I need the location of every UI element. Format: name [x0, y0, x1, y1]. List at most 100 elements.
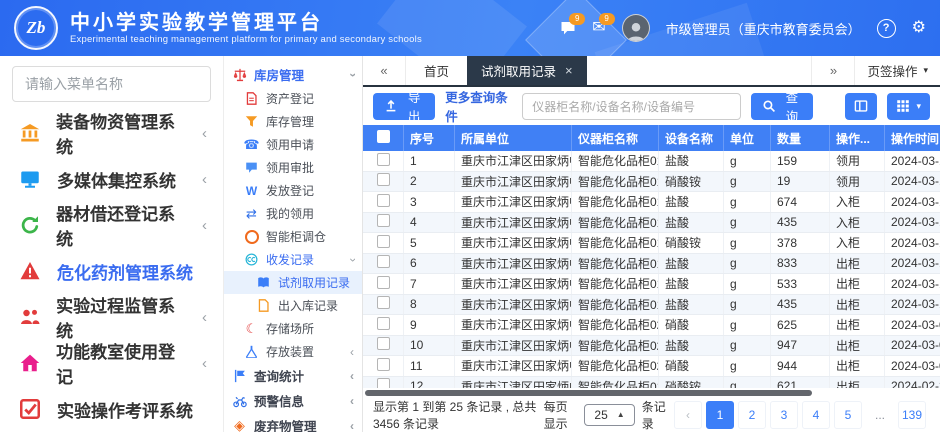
table-row[interactable]: 3重庆市江津区田家炳中...智能危化品柜01盐酸g674入柜2024-03-18…	[363, 192, 940, 213]
horizontal-scrollbar[interactable]	[363, 388, 940, 398]
table-cell: 7	[404, 274, 455, 295]
row-checkbox[interactable]	[377, 337, 390, 350]
tab-actions-button[interactable]: 页签操作 ▾	[854, 56, 940, 85]
gear-icon[interactable]: ⚙	[912, 20, 926, 36]
submenu-item-10[interactable]: 出入库记录	[224, 294, 362, 317]
table-cell: 出柜	[830, 274, 885, 295]
page-button-139[interactable]: 139	[898, 401, 926, 429]
page-button-2[interactable]: 2	[738, 401, 766, 429]
submenu-item-11[interactable]: ☾存储场所	[224, 317, 362, 340]
submenu-item-label: 查询统计	[254, 366, 304, 385]
table-cell: 智能危化品柜01	[572, 212, 659, 233]
row-checkbox[interactable]	[377, 153, 390, 166]
sidebar-item-1[interactable]: 多媒体集控系统‹	[0, 156, 223, 202]
chevron-down-icon: ‹	[350, 68, 354, 82]
columns-button[interactable]: ▾	[887, 93, 930, 120]
moon-icon: ☾	[244, 321, 259, 337]
message-icon[interactable]: 9	[560, 20, 576, 36]
row-checkbox[interactable]	[377, 173, 390, 186]
table-row[interactable]: 11重庆市江津区田家炳中...智能危化品柜02硝酸g944出柜2024-03-0…	[363, 356, 940, 377]
tab-reagent-records[interactable]: 试剂取用记录 ×	[467, 56, 587, 85]
search-button[interactable]: 查询	[751, 93, 813, 120]
tab-home[interactable]: 首页	[406, 56, 467, 85]
tabs-scroll-left-button[interactable]: «	[363, 56, 406, 85]
table-cell: g	[724, 233, 771, 254]
submenu-item-2[interactable]: 库存管理	[224, 110, 362, 133]
table-row[interactable]: 8重庆市江津区田家炳中...智能危化品柜01盐酸g435出柜2024-03-18…	[363, 294, 940, 315]
row-checkbox[interactable]	[377, 296, 390, 309]
mail-badge: 9	[599, 13, 615, 25]
prev-page-button[interactable]: ‹	[674, 401, 702, 429]
monitor-icon	[18, 169, 42, 189]
submenu-item-6[interactable]: ⇄我的领用	[224, 202, 362, 225]
table-row[interactable]: 5重庆市江津区田家炳中...智能危化品柜01硝酸铵g378入柜2024-03-1…	[363, 233, 940, 254]
table-row[interactable]: 9重庆市江津区田家炳中...智能危化品柜02硝酸g625出柜2024-03-07…	[363, 315, 940, 336]
table-row[interactable]: 2重庆市江津区田家炳中...智能危化品柜01硝酸铵g19领用2024-03-18…	[363, 171, 940, 192]
submenu-item-8[interactable]: 收发记录‹	[224, 248, 362, 271]
row-checkbox[interactable]	[377, 276, 390, 289]
scrollbar-thumb[interactable]	[365, 390, 812, 396]
sidebar-item-3[interactable]: 危化药剂管理系统	[0, 248, 223, 294]
pagination-ellipsis[interactable]: ...	[866, 401, 894, 429]
tab-actions-label: 页签操作	[867, 61, 917, 80]
submenu-item-15[interactable]: ◈废弃物管理‹	[224, 413, 362, 432]
table-row[interactable]: 4重庆市江津区田家炳中...智能危化品柜01盐酸g435入柜2024-03-18…	[363, 212, 940, 233]
export-button[interactable]: 导出	[373, 93, 435, 120]
row-checkbox[interactable]	[377, 235, 390, 248]
row-checkbox[interactable]	[377, 358, 390, 371]
table-row[interactable]: 6重庆市江津区田家炳中...智能危化品柜01盐酸g833出柜2024-03-18…	[363, 253, 940, 274]
submenu-item-label: 存放装置	[266, 343, 314, 360]
table-cell: 硝酸铵	[659, 171, 724, 192]
page-button-4[interactable]: 4	[802, 401, 830, 429]
select-all-checkbox[interactable]	[377, 130, 390, 143]
row-checkbox-cell	[363, 151, 404, 171]
page-button-3[interactable]: 3	[770, 401, 798, 429]
page-size-select[interactable]: 25▲	[584, 404, 634, 426]
submenu-item-3[interactable]: ☎领用申请	[224, 133, 362, 156]
row-checkbox[interactable]	[377, 317, 390, 330]
submenu-item-0[interactable]: 库房管理‹	[224, 62, 362, 87]
row-checkbox-cell	[363, 294, 404, 315]
table-row[interactable]: 7重庆市江津区田家炳中...智能危化品柜01盐酸g533出柜2024-03-18…	[363, 274, 940, 295]
toggle-view-button[interactable]	[845, 93, 877, 120]
submenu-item-7[interactable]: 智能柜调仓	[224, 225, 362, 248]
more-filters-link[interactable]: 更多查询条件	[445, 87, 512, 125]
sidebar-item-6[interactable]: 实验操作考评系统	[0, 386, 223, 432]
table-cell: 5	[404, 233, 455, 254]
table-row[interactable]: 10重庆市江津区田家炳中...智能危化品柜02盐酸g947出柜2024-03-0…	[363, 335, 940, 356]
column-header: 数量	[771, 125, 830, 151]
page-button-5[interactable]: 5	[834, 401, 862, 429]
row-checkbox[interactable]	[377, 194, 390, 207]
submenu-item-14[interactable]: 预警信息‹	[224, 388, 362, 413]
table-cell: 重庆市江津区田家炳中...	[455, 233, 572, 254]
table-row[interactable]: 12重庆市江津区田家炳中...智能危化品柜01硝酸铵g621出柜2024-02-…	[363, 376, 940, 388]
menu-search-input[interactable]: 请输入菜单名称	[12, 66, 211, 102]
help-icon[interactable]: ?	[877, 19, 896, 38]
sidebar-item-2[interactable]: 器材借还登记系统‹	[0, 202, 223, 248]
page-button-1[interactable]: 1	[706, 401, 734, 429]
table-row[interactable]: 1重庆市江津区田家炳中...智能危化品柜01盐酸g159领用2024-03-18…	[363, 151, 940, 171]
submenu-item-4[interactable]: 领用审批	[224, 156, 362, 179]
sidebar-item-4[interactable]: 实验过程监管系统‹	[0, 294, 223, 340]
submenu-item-label: 试剂取用记录	[278, 274, 350, 291]
submenu-item-5[interactable]: W发放登记	[224, 179, 362, 202]
row-checkbox[interactable]	[377, 255, 390, 268]
table-cell: g	[724, 376, 771, 388]
table-cell: 621	[771, 376, 830, 388]
sidebar-item-0[interactable]: 装备物资管理系统‹	[0, 110, 223, 156]
tabs-scroll-right-button[interactable]: »	[811, 56, 854, 85]
avatar[interactable]	[622, 14, 650, 42]
submenu-item-9[interactable]: 试剂取用记录	[224, 271, 362, 294]
submenu-item-13[interactable]: 查询统计‹	[224, 363, 362, 388]
search-input[interactable]: 仪器柜名称/设备名称/设备编号	[522, 93, 740, 120]
submenu-item-1[interactable]: 资产登记	[224, 87, 362, 110]
cc-icon	[244, 253, 259, 266]
row-checkbox[interactable]	[377, 378, 390, 388]
submenu-item-12[interactable]: 存放装置‹	[224, 340, 362, 363]
row-checkbox[interactable]	[377, 214, 390, 227]
sidebar-item-label: 危化药剂管理系统	[57, 259, 193, 284]
sidebar-item-5[interactable]: 功能教室使用登记‹	[0, 340, 223, 386]
mail-icon[interactable]: ✉9	[592, 20, 605, 36]
close-tab-icon[interactable]: ×	[565, 63, 573, 78]
sidebar-item-label: 功能教室使用登记	[56, 338, 187, 388]
